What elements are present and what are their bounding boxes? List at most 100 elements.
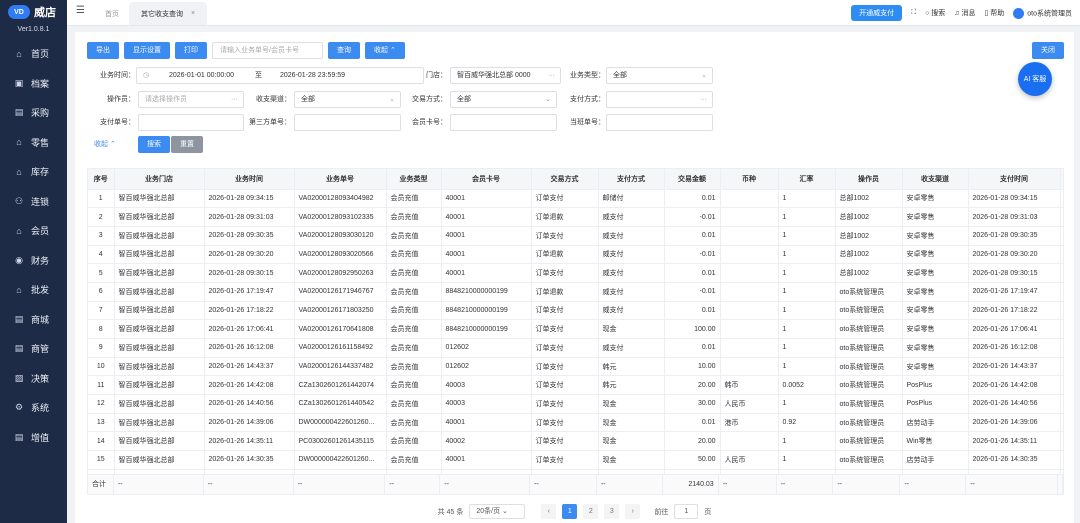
sidebar-item-7[interactable]: ◉ 财务	[0, 246, 67, 276]
sidebar-item-label: 决策	[31, 373, 50, 384]
channel-select[interactable]: 全部 ⌄	[294, 91, 401, 108]
page-button-3[interactable]: 3	[604, 504, 620, 519]
filter-search-button[interactable]: 搜索	[138, 136, 170, 153]
collapse-button[interactable]: 收起 ⌃	[365, 42, 405, 59]
sidebar-item-label: 商城	[31, 314, 50, 325]
help-link[interactable]: ▯ 帮助	[984, 8, 1004, 18]
table-cell: 韩元	[598, 357, 665, 377]
table-cell: 1	[778, 357, 836, 377]
table-body: 1 智百威华强北总部 2026-01-28 09:34:15 VA0200012809…	[88, 189, 1063, 474]
prev-page-button[interactable]: ‹	[541, 504, 557, 519]
search-input[interactable]: 请输入业务单号/会员卡号	[212, 42, 323, 59]
table-row[interactable]: 10 智百威华强北总部 2026-01-26 14:43:37 VA020001261…	[88, 357, 1063, 377]
table-row[interactable]: 6 智百威华强北总部 2026-01-26 17:19:47 VA0200012617…	[88, 282, 1063, 302]
pay-no-input[interactable]	[138, 114, 244, 131]
goto-page-input[interactable]: 1	[674, 504, 699, 519]
query-button[interactable]: 查询	[328, 42, 360, 59]
table-cell: 订单支付	[531, 263, 599, 283]
sidebar-item-11[interactable]: ▨ 决策	[0, 364, 67, 394]
table-cell: -0.01	[664, 207, 721, 227]
sidebar-item-label: 零售	[31, 137, 50, 148]
table-row[interactable]: 14 智百威华强北总部 2026-01-26 14:35:11 PC030026012…	[88, 431, 1063, 452]
search-link[interactable]: ○ 搜索	[925, 8, 945, 18]
user-menu[interactable]: oto系统管理员	[1013, 7, 1072, 19]
table-row[interactable]: 8 智百威华强北总部 2026-01-26 17:06:41 VA0200012617…	[88, 319, 1063, 339]
page-button-2[interactable]: 2	[583, 504, 599, 519]
pay-select[interactable]: ···	[606, 91, 713, 108]
table-row[interactable]: 9 智百威华强北总部 2026-01-26 16:12:08 VA0200012616…	[88, 338, 1063, 358]
table-row[interactable]: 5 智百威华强北总部 2026-01-28 09:30:15 VA0200012809…	[88, 263, 1063, 283]
bell-icon: ♫	[954, 10, 960, 17]
table-row[interactable]: 3 智百威华强北总部 2026-01-28 09:30:35 VA0200012809…	[88, 226, 1063, 246]
third-no-input[interactable]	[294, 114, 401, 131]
sidebar-item-0[interactable]: ⌂ 首页	[0, 39, 67, 69]
sidebar-item-2[interactable]: ▤ 采购	[0, 98, 67, 128]
table-cell: 3	[88, 226, 115, 246]
app-logo[interactable]: VD 威店	[0, 0, 67, 24]
table-cell: 2026-01-26 17:06:41	[968, 319, 1061, 339]
table-cell: 总部1002	[835, 207, 903, 227]
table-cell: 2026-01-28 09:30:20	[204, 245, 295, 265]
filter-reset-button[interactable]: 重置	[171, 136, 203, 153]
sidebar-item-12[interactable]: ⚙ 系统	[0, 393, 67, 423]
table-row[interactable]: 15 智百威华强北总部 2026-01-26 14:30:35 DW000000422…	[88, 450, 1063, 470]
notice-link[interactable]: ♫ 消息	[954, 8, 975, 18]
summary-cell: --	[966, 475, 1058, 494]
table-row[interactable]: 7 智百威华强北总部 2026-01-26 17:18:22 VA0200012617…	[88, 301, 1063, 321]
sidebar-item-6[interactable]: ⌂ 会员	[0, 216, 67, 246]
print-button[interactable]: 打印	[175, 42, 207, 59]
export-button[interactable]: 导出	[87, 42, 119, 59]
table-row[interactable]: 11 智百威华强北总部 2026-01-26 14:42:08 CZa13026012…	[88, 375, 1063, 396]
table-cell: 2026-01-28 09:30:20	[968, 245, 1061, 265]
collapse-filters-link[interactable]: 收起 ⌃	[94, 136, 116, 153]
table-cell: 智百威华强北总部	[114, 207, 205, 227]
table-cell: 订单退款	[531, 245, 599, 265]
table-cell: 2026-01-26 14:35:11	[968, 431, 1061, 452]
table-cell: 1	[1060, 245, 1063, 265]
member-card-input[interactable]	[450, 114, 557, 131]
sidebar-item-5[interactable]: ⚇ 连锁	[0, 187, 67, 217]
trade-select[interactable]: 全部 ⌄	[450, 91, 557, 108]
table-row[interactable]: 13 智百威华强北总部 2026-01-26 14:39:06 DW000000422…	[88, 413, 1063, 433]
operator-select[interactable]: 请选择操作员 ···	[138, 91, 244, 108]
tab-close-icon[interactable]: ×	[191, 10, 195, 17]
table-cell: -0.01	[664, 282, 721, 302]
tab-other-income-query[interactable]: 其它收支查询 ×	[129, 2, 208, 25]
table-row[interactable]: 4 智百威华强北总部 2026-01-28 09:30:20 VA0200012809…	[88, 245, 1063, 265]
menu-toggle-icon[interactable]: ☰	[76, 5, 85, 16]
table-row[interactable]: 1 智百威华强北总部 2026-01-28 09:34:15 VA0200012809…	[88, 189, 1063, 209]
page-button-1[interactable]: 1	[562, 504, 578, 519]
trade-label: 交易方式：	[412, 96, 447, 103]
display-settings-button[interactable]: 显示设置	[124, 42, 170, 59]
store-select[interactable]: 智百威华强北总部 0000 ···	[450, 67, 561, 84]
table-cell: VA02000128092950263	[294, 263, 387, 283]
table-cell: 0.01	[664, 263, 721, 283]
sidebar-item-4[interactable]: ⌂ 库存	[0, 157, 67, 187]
sidebar-item-9[interactable]: ▤ 商城	[0, 305, 67, 335]
table-cell: 订单支付	[531, 431, 599, 452]
table-cell: 订单支付	[531, 319, 599, 339]
shift-no-input[interactable]	[606, 114, 713, 131]
sidebar-item-3[interactable]: ⌂ 零售	[0, 128, 67, 158]
sidebar-item-13[interactable]: ▤ 增值	[0, 423, 67, 453]
table-cell: CZa1302601261442074	[294, 375, 387, 396]
close-button[interactable]: 关闭	[1032, 42, 1064, 59]
table-cell: 安卓零售	[902, 301, 969, 321]
sidebar-item-8[interactable]: ⌂ 批发	[0, 275, 67, 305]
table-row[interactable]: 12 智百威华强北总部 2026-01-26 14:40:56 CZa13026012…	[88, 394, 1063, 414]
next-page-button[interactable]: ›	[625, 504, 641, 519]
page-size-select[interactable]: 20条/页 ⌄	[469, 504, 526, 519]
data-table: 序号 业务门店 业务时间 业务单号 业务类型 会员卡号 交易方式 支付方式 交易金额 币种 汇率 操作…	[87, 168, 1064, 475]
open-wei-pay-button[interactable]: 开通威支付	[851, 5, 903, 21]
biz-type-select[interactable]: 全部 ⌄	[606, 67, 713, 84]
sidebar-item-1[interactable]: ▣ 档案	[0, 69, 67, 99]
sidebar-item-10[interactable]: ▤ 商管	[0, 334, 67, 364]
tab-home[interactable]: 首页	[95, 2, 129, 25]
table-cell: 2026-01-28 09:30:15	[204, 263, 295, 283]
fullscreen-icon[interactable]: ⛶	[911, 9, 916, 17]
biz-time-range[interactable]: ◷ 2026-01-01 00:00:00 至 2026-01-28 23:59…	[136, 67, 424, 84]
table-row[interactable]: 2 智百威华强北总部 2026-01-28 09:31:03 VA0200012809…	[88, 207, 1063, 227]
table-cell: oto系统管理员	[835, 319, 903, 339]
table-cell: 10	[88, 357, 115, 377]
table-cell: 1	[778, 245, 836, 265]
